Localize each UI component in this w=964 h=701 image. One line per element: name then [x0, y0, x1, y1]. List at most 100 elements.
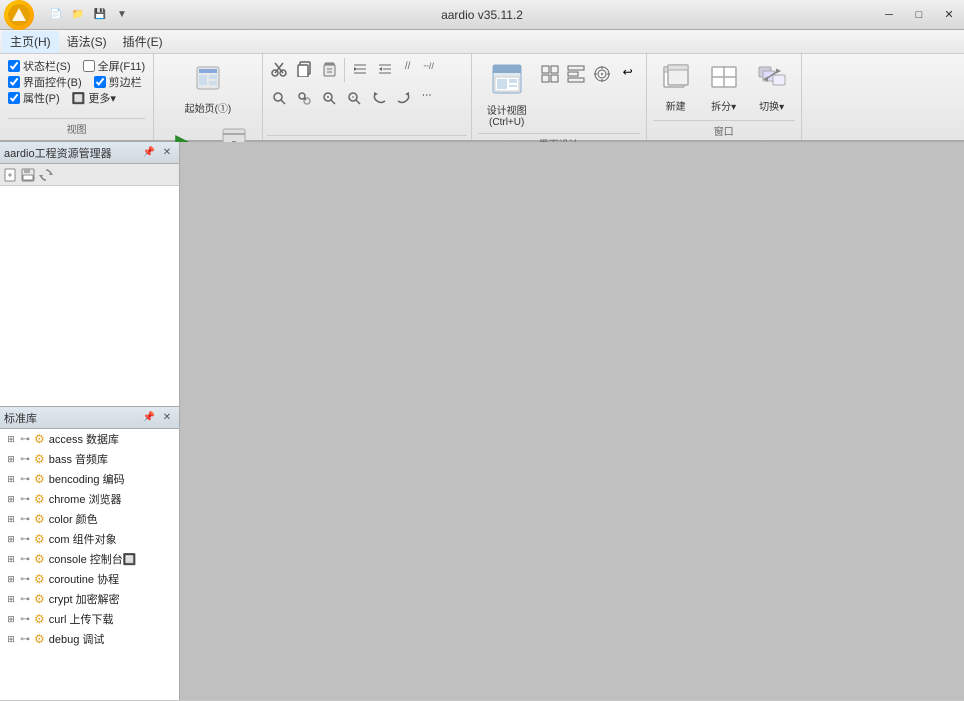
statusbar-check-input[interactable]	[8, 60, 20, 72]
props-check-input[interactable]	[8, 92, 20, 104]
expand-icon-crypt[interactable]: ⊞	[4, 592, 18, 606]
indent-button[interactable]	[348, 58, 372, 83]
comment-icon: //	[405, 61, 411, 72]
more-tools-button[interactable]: ⋯	[417, 87, 437, 112]
gear-icon-bass: ⚙	[34, 452, 45, 466]
undo-design-btn[interactable]: ↩	[616, 62, 640, 89]
design-view-label: 设计视图(Ctrl+U)	[487, 102, 527, 128]
new-window-button[interactable]: 新建	[653, 58, 699, 118]
resource-panel-close[interactable]: ✕	[159, 145, 175, 161]
fullscreen-check-input[interactable]	[83, 60, 95, 72]
replace-icon	[296, 90, 312, 109]
start-page-icon	[193, 63, 223, 98]
view-checkboxes-row2: 界面控件(B) 剪边栏	[8, 74, 145, 90]
expand-icon-bass[interactable]: ⊞	[4, 452, 18, 466]
uncomment-icon: ╌//	[423, 61, 433, 72]
stdlib-item-access[interactable]: ⊞ ⊶ ⚙ access 数据库	[0, 429, 179, 449]
expand-icon-console[interactable]: ⊞	[4, 552, 18, 566]
expand-icon-bencoding[interactable]: ⊞	[4, 472, 18, 486]
fullscreen-checkbox[interactable]: 全屏(F11)	[83, 58, 145, 74]
quick-extra-btn[interactable]: ▼	[112, 5, 132, 25]
view-group-label: 视图	[8, 118, 145, 136]
save-file-btn[interactable]	[20, 167, 36, 183]
expand-icon-coroutine[interactable]: ⊞	[4, 572, 18, 586]
menu-home[interactable]: 主页(H)	[2, 31, 59, 53]
design-view-button[interactable]: 设计视图(Ctrl+U)	[478, 58, 536, 133]
stdlib-item-coroutine[interactable]: ⊞ ⊶ ⚙ coroutine 协程	[0, 569, 179, 589]
start-page-button[interactable]: 起始页(①)	[176, 58, 241, 120]
controls-checkbox[interactable]: 界面控件(B)	[8, 74, 82, 90]
stdlib-item-console[interactable]: ⊞ ⊶ ⚙ console 控制台🔲	[0, 549, 179, 569]
replace-button[interactable]	[292, 87, 316, 112]
align-btn[interactable]	[564, 62, 588, 89]
stdlib-item-bencoding[interactable]: ⊞ ⊶ ⚙ bencoding 编码	[0, 469, 179, 489]
props-checkbox[interactable]: 属性(P)	[8, 90, 60, 106]
quick-new-btn[interactable]: 📄	[46, 5, 66, 25]
code-tools-group-label	[267, 135, 467, 138]
stdlib-panel-close[interactable]: ✕	[159, 410, 175, 426]
resource-panel-pin[interactable]: 📌	[141, 145, 157, 161]
stdlib-panel-pin[interactable]: 📌	[141, 410, 157, 426]
stdlib-item-bass[interactable]: ⊞ ⊶ ⚙ bass 音频库	[0, 449, 179, 469]
zoom-in-icon	[321, 90, 337, 109]
stdlib-item-debug[interactable]: ⊞ ⊶ ⚙ debug 调试	[0, 629, 179, 649]
stdlib-label-bass: bass 音频库	[49, 451, 108, 467]
ribbon-group-window: 新建 拆分▾	[647, 54, 802, 140]
controls-label: 界面控件(B)	[23, 74, 82, 90]
grid-btn[interactable]	[538, 62, 562, 89]
expand-icon-curl[interactable]: ⊞	[4, 612, 18, 626]
cut-button[interactable]	[267, 58, 291, 83]
stdlib-label-chrome: chrome 浏览器	[49, 491, 122, 507]
fullscreen-label: 全屏(F11)	[98, 58, 145, 74]
expand-icon-access[interactable]: ⊞	[4, 432, 18, 446]
stdlib-item-chrome[interactable]: ⊞ ⊶ ⚙ chrome 浏览器	[0, 489, 179, 509]
expand-icon-debug[interactable]: ⊞	[4, 632, 18, 646]
design-view-icon	[491, 63, 523, 100]
menu-syntax[interactable]: 语法(S)	[59, 31, 115, 53]
sidebar-checkbox[interactable]: 剪边栏	[94, 74, 142, 90]
stdlib-item-curl[interactable]: ⊞ ⊶ ⚙ curl 上传下载	[0, 609, 179, 629]
maximize-button[interactable]: □	[904, 0, 934, 30]
quick-open-btn[interactable]: 📁	[68, 5, 88, 25]
expand-icon-com[interactable]: ⊞	[4, 532, 18, 546]
search-button[interactable]	[267, 87, 291, 112]
undo-button[interactable]	[367, 87, 391, 112]
expand-icon-color[interactable]: ⊞	[4, 512, 18, 526]
close-button[interactable]: ✕	[934, 0, 964, 30]
quick-save-btn[interactable]: 💾	[90, 5, 110, 25]
stdlib-item-crypt[interactable]: ⊞ ⊶ ⚙ crypt 加密解密	[0, 589, 179, 609]
stdlib-item-color[interactable]: ⊞ ⊶ ⚙ color 颜色	[0, 509, 179, 529]
resource-panel-tree[interactable]	[0, 186, 179, 406]
minimize-button[interactable]: ─	[874, 0, 904, 30]
target-btn[interactable]	[590, 62, 614, 89]
comment-button[interactable]: //	[398, 58, 418, 83]
menu-plugins[interactable]: 插件(E)	[115, 31, 171, 53]
new-file-btn[interactable]	[2, 167, 18, 183]
redo-button[interactable]	[392, 87, 416, 112]
outdent-icon	[377, 61, 393, 80]
redo-icon	[396, 90, 412, 109]
uncomment-button[interactable]: ╌//	[419, 58, 439, 83]
menubar: 主页(H) 语法(S) 插件(E)	[0, 30, 964, 54]
outdent-button[interactable]	[373, 58, 397, 83]
more-view-btn[interactable]: 🔲 更多▾	[72, 90, 116, 106]
zoom-in-button[interactable]	[317, 87, 341, 112]
view-checkboxes-row3: 属性(P) 🔲 更多▾	[8, 90, 145, 106]
switch-window-button[interactable]: 切换▾	[749, 58, 795, 118]
refresh-btn[interactable]	[38, 167, 54, 183]
stdlib-item-com[interactable]: ⊞ ⊶ ⚙ com 组件对象	[0, 529, 179, 549]
new-window-icon	[662, 63, 690, 96]
sidebar-check-input[interactable]	[94, 76, 106, 88]
paste-button[interactable]	[317, 58, 341, 83]
split-window-button[interactable]: 拆分▾	[701, 58, 747, 118]
gear-icon-access: ⚙	[34, 432, 45, 446]
zoom-out-button[interactable]	[342, 87, 366, 112]
expand-icon-chrome[interactable]: ⊞	[4, 492, 18, 506]
copy-button[interactable]	[292, 58, 316, 83]
statusbar-checkbox[interactable]: 状态栏(S)	[8, 58, 71, 74]
search-icon	[271, 90, 287, 109]
controls-check-input[interactable]	[8, 76, 20, 88]
window-buttons: 新建 拆分▾	[653, 58, 795, 120]
indent-icon	[352, 61, 368, 80]
ribbon-group-view: 状态栏(S) 全屏(F11) 界面控件(B) 剪边栏 属性(P) �	[0, 54, 154, 140]
